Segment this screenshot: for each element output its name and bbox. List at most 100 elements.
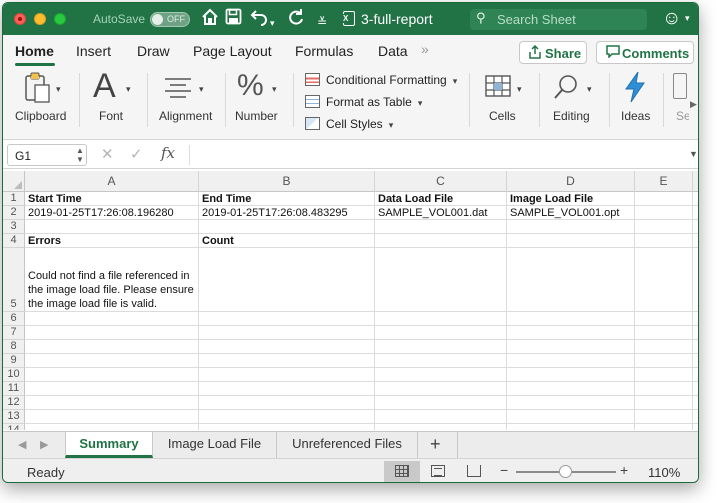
grid-cell[interactable]	[635, 326, 693, 340]
grid-cell[interactable]	[375, 340, 507, 354]
page-layout-view-button[interactable]	[420, 461, 456, 482]
number-group[interactable]: % ▾ Number	[235, 67, 287, 137]
zoom-out-button[interactable]: −	[500, 462, 508, 478]
grid-cell[interactable]	[375, 368, 507, 382]
row-header[interactable]: 1	[3, 192, 25, 206]
row-header[interactable]: 12	[3, 396, 25, 410]
tab-draw[interactable]: Draw	[137, 43, 170, 59]
grid-cell[interactable]	[635, 220, 693, 234]
alignment-group[interactable]: ▾ Alignment	[157, 67, 219, 137]
grid-cell[interactable]	[375, 410, 507, 424]
cell-a2[interactable]: 2019-01-25T17:26:08.196280	[25, 206, 199, 220]
zoom-in-button[interactable]: +	[620, 462, 628, 478]
grid-cell[interactable]	[507, 340, 635, 354]
grid-cell[interactable]	[507, 368, 635, 382]
tab-formulas[interactable]: Formulas	[295, 43, 353, 59]
grid-cell[interactable]	[199, 424, 375, 430]
grid-cell[interactable]	[635, 424, 693, 430]
grid-cell[interactable]	[635, 192, 693, 206]
cell-b1[interactable]: End Time	[199, 192, 375, 206]
grid-cell[interactable]	[693, 382, 698, 396]
row-header[interactable]: 9	[3, 354, 25, 368]
grid-cell[interactable]	[375, 234, 507, 248]
grid-cell[interactable]	[25, 326, 199, 340]
grid-cell[interactable]	[199, 248, 375, 312]
grid-cell[interactable]	[693, 354, 698, 368]
cell-c1[interactable]: Data Load File	[375, 192, 507, 206]
tab-page-layout[interactable]: Page Layout	[193, 43, 272, 59]
add-sheet-button[interactable]: +	[430, 434, 441, 455]
grid-cell[interactable]	[375, 382, 507, 396]
grid-cell[interactable]	[635, 382, 693, 396]
spreadsheet-grid[interactable]: A B C D E 1 2 3 4 5 6 7 8 9 10 11 12 13 …	[3, 171, 698, 430]
insert-function-icon[interactable]: fx	[161, 144, 175, 162]
customize-toolbar-icon[interactable]: ≚	[317, 11, 327, 33]
grid-cell[interactable]	[199, 382, 375, 396]
confirm-edit-icon[interactable]: ✓	[130, 145, 143, 163]
ideas-group[interactable]: Ideas	[615, 67, 659, 137]
row-header[interactable]: 3	[3, 220, 25, 234]
grid-cell[interactable]	[375, 312, 507, 326]
cell-b4[interactable]: Count	[199, 234, 375, 248]
row-header[interactable]: 7	[3, 326, 25, 340]
grid-cell[interactable]	[507, 248, 635, 312]
close-window-button[interactable]	[14, 13, 26, 25]
save-icon[interactable]	[225, 8, 242, 30]
search-sheet-field[interactable]: ⚲ Search Sheet	[470, 9, 647, 30]
grid-cell[interactable]	[199, 354, 375, 368]
grid-cell[interactable]	[693, 368, 698, 382]
grid-cell[interactable]	[25, 382, 199, 396]
normal-view-button[interactable]	[384, 461, 420, 482]
grid-cell[interactable]	[693, 206, 698, 220]
row-header[interactable]: 6	[3, 312, 25, 326]
column-header-b[interactable]: B	[199, 171, 375, 192]
redo-icon[interactable]	[287, 8, 305, 31]
grid-cell[interactable]	[199, 312, 375, 326]
clipboard-group[interactable]: ▾ Clipboard	[11, 67, 71, 137]
grid-cell[interactable]	[693, 424, 698, 430]
tab-home[interactable]: Home	[15, 43, 54, 59]
grid-cell[interactable]	[375, 396, 507, 410]
column-header-c[interactable]: C	[375, 171, 507, 192]
grid-cell[interactable]	[693, 410, 698, 424]
name-box-stepper-icon[interactable]: ▲ ▼	[76, 146, 84, 164]
zoom-percentage[interactable]: 110%	[648, 465, 680, 480]
grid-cell[interactable]	[635, 312, 693, 326]
row-header[interactable]: 13	[3, 410, 25, 424]
grid-cell[interactable]	[693, 326, 698, 340]
grid-cell[interactable]	[199, 368, 375, 382]
grid-cell[interactable]	[693, 396, 698, 410]
font-group[interactable]: A ▾ Font	[89, 67, 139, 137]
grid-cell[interactable]	[693, 192, 698, 206]
grid-cell[interactable]	[507, 234, 635, 248]
grid-cell[interactable]	[635, 248, 693, 312]
zoom-slider-knob[interactable]	[559, 465, 572, 478]
autosave-toggle[interactable]: OFF	[150, 12, 190, 27]
comments-button[interactable]: Comments	[596, 41, 694, 64]
grid-cell[interactable]	[635, 340, 693, 354]
sheet-next-icon[interactable]: ▶	[40, 438, 48, 451]
grid-cell[interactable]	[375, 220, 507, 234]
grid-cell[interactable]	[507, 312, 635, 326]
cell-styles-button[interactable]: Cell Styles ▾	[305, 117, 393, 131]
undo-dropdown-icon[interactable]: ▾	[270, 12, 275, 34]
grid-cell[interactable]	[25, 220, 199, 234]
grid-cell[interactable]	[25, 396, 199, 410]
feedback-dropdown-icon[interactable]: ▾	[685, 13, 690, 24]
row-header[interactable]: 4	[3, 234, 25, 248]
expand-formula-bar-icon[interactable]: ▼	[689, 149, 698, 159]
grid-cell[interactable]	[199, 220, 375, 234]
cell-a5[interactable]: Could not find a file referenced in the …	[25, 248, 199, 312]
cell-c2[interactable]: SAMPLE_VOL001.dat	[375, 206, 507, 220]
grid-cell[interactable]	[25, 368, 199, 382]
home-icon[interactable]	[201, 8, 219, 31]
grid-cell[interactable]	[25, 354, 199, 368]
grid-cell[interactable]	[25, 410, 199, 424]
grid-cell[interactable]	[635, 396, 693, 410]
feedback-smiley-icon[interactable]: ☺	[662, 8, 681, 30]
tab-insert[interactable]: Insert	[76, 43, 111, 59]
grid-cell[interactable]	[375, 248, 507, 312]
grid-cell[interactable]	[199, 410, 375, 424]
grid-cell[interactable]	[507, 326, 635, 340]
sheet-tab-image-load-file[interactable]: Image Load File	[153, 432, 277, 458]
